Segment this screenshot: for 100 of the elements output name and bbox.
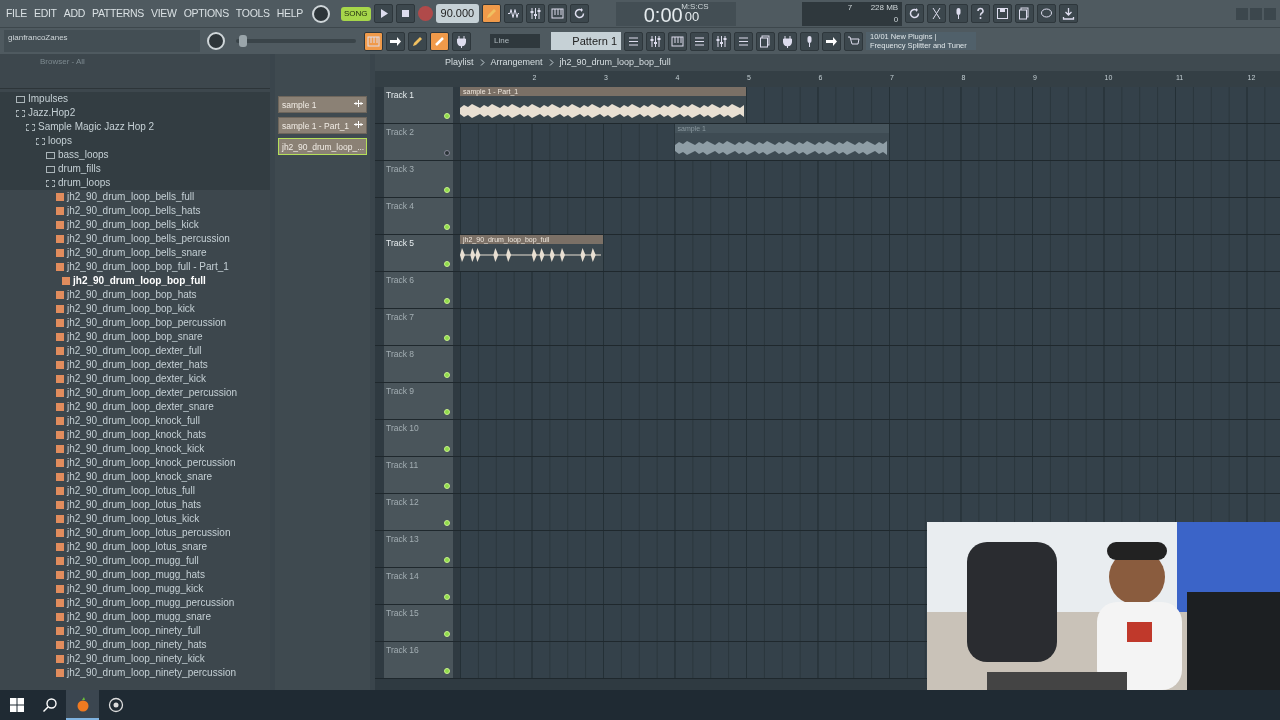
- browser-item[interactable]: Sample Magic Jazz Hop 2: [0, 120, 270, 134]
- track-header[interactable]: Track 16: [384, 642, 453, 678]
- browser-item[interactable]: jh2_90_drum_loop_lotus_full: [0, 484, 270, 498]
- scissors-button[interactable]: [927, 4, 947, 23]
- menu-item[interactable]: PATTERNS: [90, 5, 147, 22]
- refresh-button[interactable]: [570, 4, 590, 23]
- track-mute-dot[interactable]: [444, 150, 450, 156]
- slider-thumb[interactable]: [239, 35, 248, 47]
- pitch-knob[interactable]: [207, 32, 225, 50]
- stop-button[interactable]: [395, 4, 415, 23]
- volume-knob[interactable]: [312, 4, 330, 23]
- snap-dropdown[interactable]: Line: [490, 34, 540, 48]
- track-lane[interactable]: [460, 309, 1280, 345]
- browser-item[interactable]: jh2_90_drum_loop_dexter_percussion: [0, 386, 270, 400]
- browser-item[interactable]: jh2_90_drum_loop_bop_full - Part_1: [0, 260, 270, 274]
- link-button[interactable]: [430, 31, 449, 51]
- track-header[interactable]: Track 15: [384, 605, 453, 641]
- cart-button[interactable]: [844, 31, 863, 51]
- browser-item[interactable]: jh2_90_drum_loop_bop_kick: [0, 302, 270, 316]
- track-header[interactable]: Track 12: [384, 494, 453, 530]
- track-lane[interactable]: [460, 272, 1280, 308]
- browser-item[interactable]: jh2_90_drum_loop_mugg_kick: [0, 582, 270, 596]
- list-button[interactable]: [624, 31, 643, 51]
- pencil-button[interactable]: [408, 31, 427, 51]
- clip-source[interactable]: sample 1: [278, 96, 367, 113]
- browser-item[interactable]: jh2_90_drum_loop_knock_hats: [0, 428, 270, 442]
- track-lane[interactable]: [460, 605, 927, 641]
- save-button[interactable]: [993, 4, 1013, 23]
- browser-item[interactable]: jh2_90_drum_loop_knock_percussion: [0, 456, 270, 470]
- pattern-selector[interactable]: Pattern 1: [551, 31, 621, 51]
- piano-button[interactable]: [668, 31, 687, 51]
- track-header[interactable]: Track 3: [384, 161, 453, 197]
- browser-item[interactable]: jh2_90_drum_loop_ninety_percussion: [0, 666, 270, 680]
- track-lane[interactable]: [460, 420, 1280, 456]
- mixer-button[interactable]: [646, 31, 665, 51]
- track-header[interactable]: Track 9: [384, 383, 453, 419]
- track-header[interactable]: Track 2: [384, 124, 453, 160]
- browser-item[interactable]: jh2_90_drum_loop_mugg_full: [0, 554, 270, 568]
- browser-item[interactable]: jh2_90_drum_loop_knock_snare: [0, 470, 270, 484]
- breadcrumb-item[interactable]: Playlist: [445, 55, 474, 70]
- browser-item[interactable]: Impulses: [0, 92, 270, 106]
- copy-button[interactable]: [756, 31, 775, 51]
- track-lane[interactable]: [460, 642, 927, 678]
- browser-item[interactable]: jh2_90_drum_loop_bells_snare: [0, 246, 270, 260]
- plug-button[interactable]: [778, 31, 797, 51]
- browser-item[interactable]: Jazz.Hop2: [0, 106, 270, 120]
- piano-button[interactable]: [364, 31, 383, 51]
- browser-item[interactable]: jh2_90_drum_loop_knock_kick: [0, 442, 270, 456]
- track-header[interactable]: Track 11: [384, 457, 453, 493]
- browser-item[interactable]: loops: [0, 134, 270, 148]
- question-button[interactable]: [971, 4, 991, 23]
- track-header[interactable]: Track 13: [384, 531, 453, 567]
- browser-item[interactable]: jh2_90_drum_loop_ninety_hats: [0, 638, 270, 652]
- list-button[interactable]: [690, 31, 709, 51]
- browser-item[interactable]: jh2_90_drum_loop_bop_snare: [0, 330, 270, 344]
- arrow-button[interactable]: [822, 31, 841, 51]
- search-icon[interactable]: [41, 697, 58, 713]
- track-lane[interactable]: [460, 457, 1280, 493]
- play-button[interactable]: [373, 4, 393, 23]
- browser-item[interactable]: jh2_90_drum_loop_bells_percussion: [0, 232, 270, 246]
- menu-item[interactable]: OPTIONS: [181, 5, 231, 22]
- browser-item[interactable]: jh2_90_drum_loop_dexter_full: [0, 344, 270, 358]
- song-mode-toggle[interactable]: SONG: [341, 6, 371, 21]
- menu-item[interactable]: TOOLS: [233, 5, 272, 22]
- track-header[interactable]: Track 5: [384, 235, 453, 271]
- track-header[interactable]: Track 4: [384, 198, 453, 234]
- breadcrumb-item[interactable]: jh2_90_drum_loop_bop_full: [559, 55, 671, 70]
- windows-icon[interactable]: [8, 697, 25, 713]
- chat-button[interactable]: [1037, 4, 1057, 23]
- track-lane[interactable]: [460, 568, 927, 604]
- tempo-display[interactable]: 90.000: [435, 4, 480, 23]
- wave-button[interactable]: [504, 4, 524, 23]
- browser-item[interactable]: jh2_90_drum_loop_bells_full: [0, 190, 270, 204]
- browser-item[interactable]: jh2_90_drum_loop_ninety_kick: [0, 652, 270, 666]
- piano-button[interactable]: [548, 4, 568, 23]
- download-button[interactable]: [1059, 4, 1079, 23]
- circle-logo-icon[interactable]: [107, 697, 124, 713]
- track-lane[interactable]: [460, 383, 1280, 419]
- clip-source[interactable]: jh2_90_drum_loop_...: [278, 138, 367, 155]
- browser-item[interactable]: jh2_90_drum_loop_knock_full: [0, 414, 270, 428]
- breadcrumb-item[interactable]: Arrangement: [490, 55, 543, 70]
- track-header[interactable]: Track 10: [384, 420, 453, 456]
- browser-item[interactable]: jh2_90_drum_loop_lotus_kick: [0, 512, 270, 526]
- browser-item[interactable]: jh2_90_drum_loop_ninety_full: [0, 624, 270, 638]
- track-header[interactable]: Track 14: [384, 568, 453, 604]
- browser-item[interactable]: jh2_90_drum_loop_mugg_hats: [0, 568, 270, 582]
- refresh-button[interactable]: [905, 4, 925, 23]
- browser-item[interactable]: jh2_90_drum_loop_bells_hats: [0, 204, 270, 218]
- browser-item[interactable]: jh2_90_drum_loop_lotus_hats: [0, 498, 270, 512]
- browser-item[interactable]: jh2_90_drum_loop_lotus_snare: [0, 540, 270, 554]
- browser-item[interactable]: jh2_90_drum_loop_dexter_kick: [0, 372, 270, 386]
- browser-item[interactable]: jh2_90_drum_loop_bop_percussion: [0, 316, 270, 330]
- browser-item[interactable]: drum_loops: [0, 176, 270, 190]
- browser-item[interactable]: jh2_90_drum_loop_lotus_percussion: [0, 526, 270, 540]
- browser-item[interactable]: jh2_90_drum_loop_mugg_snare: [0, 610, 270, 624]
- track-lane[interactable]: [460, 346, 1280, 382]
- browser-item[interactable]: jh2_90_drum_loop_bells_kick: [0, 218, 270, 232]
- menu-item[interactable]: VIEW: [149, 5, 179, 22]
- menu-item[interactable]: ADD: [61, 5, 87, 22]
- plug-button[interactable]: [452, 31, 471, 51]
